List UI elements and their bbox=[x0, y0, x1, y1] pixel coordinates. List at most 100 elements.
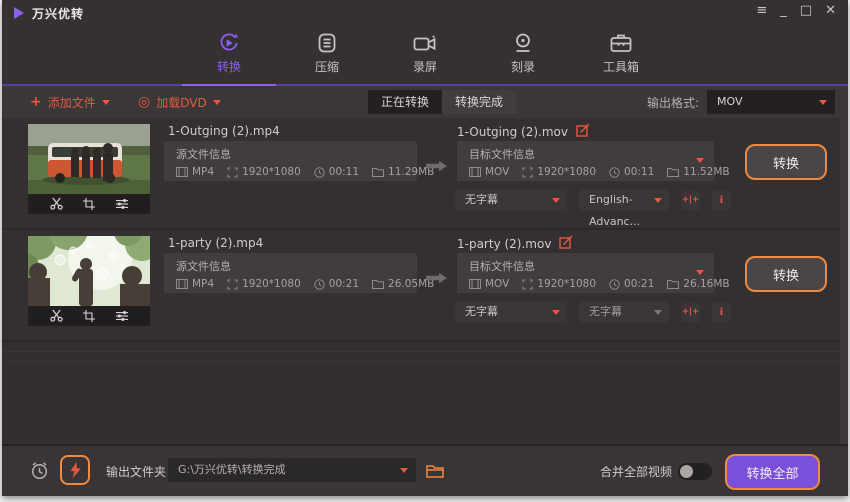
merge-videos-toggle[interactable] bbox=[678, 463, 712, 480]
tab-convert[interactable]: 转换 bbox=[196, 26, 262, 84]
convert-all-button[interactable]: 转换全部 bbox=[725, 454, 820, 490]
output-folder-label: 输出文件夹 bbox=[106, 463, 166, 480]
duration-value: 00:21 bbox=[609, 278, 654, 290]
target-name-row: 1-party (2).mov bbox=[457, 235, 573, 252]
chevron-down-icon[interactable] bbox=[102, 100, 110, 105]
format-value: MP4 bbox=[176, 166, 214, 178]
toolbar: + 添加文件 ◎ 加载DVD 正在转换 转换完成 输出格式: MOV bbox=[2, 86, 848, 118]
schedule-icon[interactable] bbox=[29, 460, 50, 485]
output-path-select[interactable]: G:\万兴优转\转换完成 bbox=[168, 458, 416, 482]
minimize-icon[interactable]: _ bbox=[780, 3, 787, 19]
audio-track-select[interactable]: 无字幕 bbox=[579, 301, 669, 323]
info-button[interactable]: i bbox=[712, 191, 731, 210]
chevron-down-icon bbox=[654, 198, 662, 203]
chevron-down-icon bbox=[819, 100, 827, 105]
file-list: 1-Outging (2).mp4 源文件信息 MP4 1920*108 bbox=[2, 118, 848, 444]
close-icon[interactable]: ✕ bbox=[825, 3, 836, 19]
source-info-panel: 源文件信息 MP4 1920*1080 bbox=[164, 253, 417, 293]
format-value: MOV bbox=[469, 166, 509, 178]
convert-button[interactable]: 转换 bbox=[745, 256, 827, 292]
file-row: 1-Outging (2).mp4 源文件信息 MP4 1920*108 bbox=[2, 118, 848, 230]
resolution-value: 1920*1080 bbox=[227, 166, 301, 178]
resolution-value: 1920*1080 bbox=[522, 166, 596, 178]
duration-value: 00:11 bbox=[609, 166, 654, 178]
clock-icon bbox=[609, 167, 620, 178]
source-info-panel: 源文件信息 MP4 1920*1080 bbox=[164, 141, 417, 181]
tab-screen-record[interactable]: 录屏 bbox=[392, 26, 458, 84]
high-speed-button[interactable] bbox=[60, 455, 90, 485]
arrow-right-icon bbox=[426, 157, 448, 176]
tab-burn-label: 刻录 bbox=[511, 58, 535, 75]
load-dvd-button[interactable]: ◎ 加载DVD bbox=[138, 86, 221, 118]
maximize-icon[interactable]: □ bbox=[800, 3, 812, 19]
trim-icon[interactable] bbox=[50, 195, 63, 214]
filter-converting[interactable]: 正在转换 bbox=[368, 90, 442, 114]
chevron-down-icon bbox=[654, 310, 662, 315]
open-folder-button[interactable] bbox=[426, 463, 444, 482]
chevron-down-icon[interactable] bbox=[213, 100, 221, 105]
tab-toolbox[interactable]: 工具箱 bbox=[588, 26, 654, 84]
edit-icon[interactable] bbox=[576, 123, 590, 140]
subtitle-select[interactable]: 无字幕 bbox=[455, 301, 567, 323]
video-thumbnail[interactable] bbox=[28, 124, 150, 214]
convert-button[interactable]: 转换 bbox=[745, 144, 827, 180]
source-info-title: 源文件信息 bbox=[164, 253, 417, 274]
header: 万兴优转 ≡ _ □ ✕ 转换 bbox=[2, 0, 848, 86]
subtitle-select[interactable]: 无字幕 bbox=[455, 189, 567, 211]
chevron-down-icon[interactable] bbox=[696, 270, 704, 275]
file-row: 1-party (2).mp4 源文件信息 MP4 1920*1080 bbox=[2, 230, 848, 342]
merge-videos-label: 合并全部视频 bbox=[600, 463, 672, 480]
tab-toolbox-label: 工具箱 bbox=[603, 58, 639, 75]
film-icon bbox=[469, 279, 481, 289]
app-title: 万兴优转 bbox=[32, 5, 84, 22]
info-button[interactable]: i bbox=[712, 303, 731, 322]
effects-icon[interactable] bbox=[115, 195, 129, 214]
filter-finished[interactable]: 转换完成 bbox=[442, 90, 516, 114]
resolution-value: 1920*1080 bbox=[522, 278, 596, 290]
apply-to-all-button[interactable]: +|+ bbox=[681, 191, 700, 210]
scrollbar[interactable] bbox=[840, 118, 848, 444]
crop-icon[interactable] bbox=[83, 307, 95, 326]
tab-convert-label: 转换 bbox=[217, 58, 241, 75]
film-icon bbox=[469, 167, 481, 177]
track-options: 无字幕 English-Advanc... +|+ i bbox=[455, 189, 731, 211]
crop-icon[interactable] bbox=[83, 195, 95, 214]
duration-value: 00:21 bbox=[314, 278, 359, 290]
trim-icon[interactable] bbox=[50, 307, 63, 326]
chevron-down-icon[interactable] bbox=[696, 158, 704, 163]
folder-icon bbox=[667, 279, 679, 289]
folder-icon bbox=[372, 167, 384, 177]
app-logo-icon bbox=[14, 7, 24, 19]
thumbnail-image-van bbox=[28, 124, 150, 194]
tab-compress[interactable]: 压缩 bbox=[294, 26, 360, 84]
edit-icon[interactable] bbox=[559, 235, 573, 252]
tab-burn[interactable]: 刻录 bbox=[490, 26, 556, 84]
target-file-name: 1-Outging (2).mov bbox=[457, 125, 568, 139]
target-info-panel: 目标文件信息 MOV 1920*1080 bbox=[457, 141, 714, 181]
status-filter: 正在转换 转换完成 bbox=[368, 90, 516, 114]
output-format-value: MOV bbox=[717, 95, 742, 108]
resolution-icon bbox=[522, 279, 533, 290]
folder-icon bbox=[372, 279, 384, 289]
add-files-button[interactable]: + 添加文件 bbox=[30, 86, 110, 118]
format-value: MOV bbox=[469, 278, 509, 290]
apply-to-all-button[interactable]: +|+ bbox=[681, 303, 700, 322]
film-icon bbox=[176, 279, 188, 289]
target-name-row: 1-Outging (2).mov bbox=[457, 123, 590, 140]
toolbox-icon bbox=[609, 31, 633, 55]
tab-compress-label: 压缩 bbox=[315, 58, 339, 75]
effects-icon[interactable] bbox=[115, 307, 129, 326]
app-window: 万兴优转 ≡ _ □ ✕ 转换 bbox=[2, 0, 848, 496]
dvd-icon: ◎ bbox=[138, 95, 150, 109]
chevron-down-icon bbox=[552, 310, 560, 315]
audio-track-select[interactable]: English-Advanc... bbox=[579, 189, 669, 211]
clock-icon bbox=[314, 167, 325, 178]
filesize-value: 26.16MB bbox=[667, 278, 729, 290]
source-file-name: 1-party (2).mp4 bbox=[168, 236, 263, 250]
output-format-select[interactable]: MOV bbox=[707, 90, 835, 114]
video-thumbnail[interactable] bbox=[28, 236, 150, 326]
output-format: 输出格式: MOV bbox=[647, 90, 835, 114]
menu-icon[interactable]: ≡ bbox=[756, 3, 767, 19]
source-info-title: 源文件信息 bbox=[164, 141, 417, 162]
format-value: MP4 bbox=[176, 278, 214, 290]
